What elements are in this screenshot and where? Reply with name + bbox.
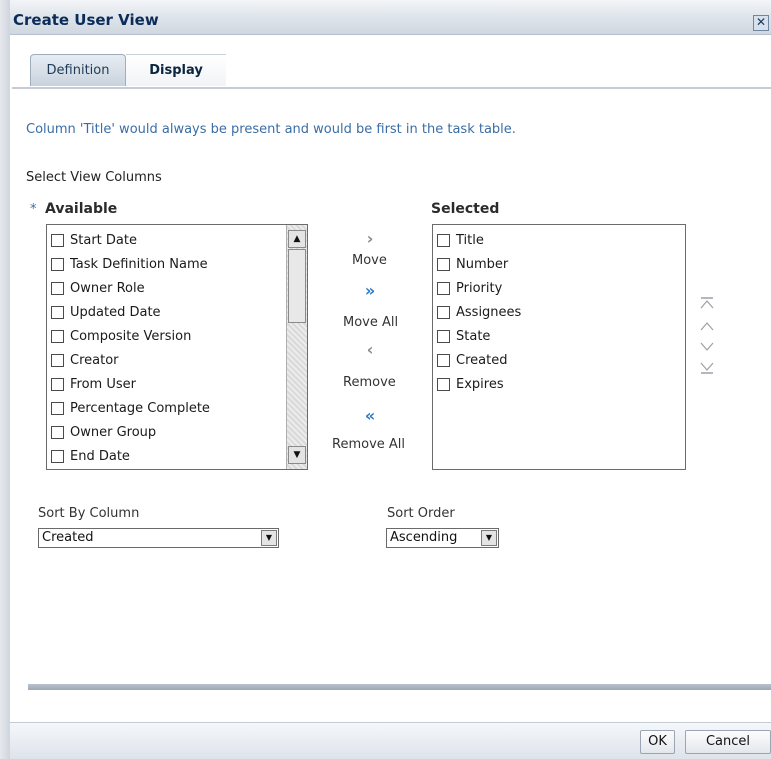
dialog-left-border — [0, 0, 10, 759]
move-button[interactable]: Move — [352, 253, 387, 268]
checkbox[interactable] — [437, 257, 450, 271]
list-item-label: Owner Role — [70, 280, 145, 296]
list-item-label: State — [456, 328, 491, 344]
tab-definition[interactable]: Definition — [30, 54, 126, 86]
required-indicator: * — [30, 202, 37, 217]
scroll-thumb[interactable] — [288, 249, 306, 323]
list-item[interactable]: From User — [51, 372, 210, 396]
info-message: Column 'Title' would always be present a… — [26, 122, 516, 137]
move-icon[interactable]: › — [360, 231, 380, 247]
move-all-icon[interactable]: » — [360, 283, 380, 299]
list-item-label: Start Date — [70, 232, 137, 248]
scroll-down-icon[interactable]: ▼ — [288, 446, 306, 464]
available-list[interactable]: Start Date Task Definition Name Owner Ro… — [46, 224, 308, 470]
move-to-top-icon[interactable] — [700, 297, 714, 309]
list-item[interactable]: Percentage Complete — [51, 396, 210, 420]
close-icon[interactable]: ✕ — [753, 15, 769, 31]
dialog-titlebar: Create User View ✕ — [10, 0, 771, 35]
checkbox[interactable] — [51, 425, 64, 439]
footer-separator — [28, 684, 771, 690]
checkbox[interactable] — [51, 377, 64, 391]
tab-definition-label: Definition — [46, 63, 110, 78]
list-item-label: Creator — [70, 352, 119, 368]
list-item[interactable]: Expires — [437, 372, 521, 396]
dialog-title: Create User View — [13, 11, 159, 29]
remove-button[interactable]: Remove — [343, 375, 396, 390]
sort-order-label: Sort Order — [387, 506, 455, 521]
cancel-button[interactable]: Cancel — [685, 730, 771, 754]
remove-all-button[interactable]: Remove All — [332, 437, 405, 452]
create-user-view-dialog: Create User View ✕ Definition Display Co… — [0, 0, 771, 759]
move-all-button[interactable]: Move All — [343, 315, 398, 330]
list-item[interactable]: State — [437, 324, 521, 348]
checkbox[interactable] — [437, 233, 450, 247]
checkbox[interactable] — [51, 257, 64, 271]
select-view-columns-label: Select View Columns — [26, 170, 162, 185]
list-item-label: Composite Version — [70, 328, 192, 344]
list-item-label: Created — [456, 352, 508, 368]
checkbox[interactable] — [437, 281, 450, 295]
list-item-label: Number — [456, 256, 509, 272]
checkbox[interactable] — [437, 353, 450, 367]
list-item-label: End Date — [70, 448, 130, 464]
list-item[interactable]: Title — [437, 228, 521, 252]
selected-list[interactable]: Title Number Priority Assignees State Cr… — [432, 224, 686, 470]
remove-all-icon[interactable]: « — [360, 408, 380, 424]
tab-display[interactable]: Display — [126, 54, 226, 86]
list-item-label: Owner Group — [70, 424, 157, 440]
list-item[interactable]: Start Date — [51, 228, 210, 252]
sort-order-select[interactable]: Ascending ▼ — [386, 528, 499, 548]
checkbox[interactable] — [437, 377, 450, 391]
available-scrollbar[interactable]: ▲ ▼ — [286, 225, 307, 469]
checkbox[interactable] — [51, 233, 64, 247]
list-item[interactable]: Created — [437, 348, 521, 372]
list-item[interactable]: Owner Group — [51, 420, 210, 444]
checkbox[interactable] — [51, 305, 64, 319]
checkbox[interactable] — [51, 401, 64, 415]
list-item[interactable]: Priority — [437, 276, 521, 300]
move-up-icon[interactable] — [700, 320, 714, 332]
tab-display-label: Display — [149, 63, 203, 78]
sort-by-column-value: Created — [42, 530, 94, 545]
checkbox[interactable] — [51, 449, 64, 463]
list-item[interactable]: Number — [437, 252, 521, 276]
remove-icon[interactable]: ‹ — [360, 342, 380, 358]
list-item-label: Percentage Complete — [70, 400, 210, 416]
scroll-up-icon[interactable]: ▲ — [288, 230, 306, 248]
list-item[interactable]: Assignees — [437, 300, 521, 324]
sort-by-column-label: Sort By Column — [38, 506, 140, 521]
checkbox[interactable] — [51, 329, 64, 343]
list-item-label: From User — [70, 376, 136, 392]
checkbox[interactable] — [51, 281, 64, 295]
list-item[interactable]: Owner Role — [51, 276, 210, 300]
list-item[interactable]: Creator — [51, 348, 210, 372]
list-item-label: Title — [456, 232, 484, 248]
ok-button[interactable]: OK — [640, 730, 675, 754]
list-item-label: Priority — [456, 280, 503, 296]
move-to-bottom-icon[interactable] — [700, 362, 714, 374]
tab-underline — [12, 87, 771, 89]
sort-by-column-select[interactable]: Created ▼ — [38, 528, 279, 548]
sort-order-value: Ascending — [390, 530, 458, 545]
list-item[interactable]: Task Definition Name — [51, 252, 210, 276]
available-label: Available — [45, 201, 118, 217]
checkbox[interactable] — [437, 305, 450, 319]
list-item[interactable]: Updated Date — [51, 300, 210, 324]
list-item[interactable]: Composite Version — [51, 324, 210, 348]
chevron-down-icon[interactable]: ▼ — [261, 530, 277, 546]
list-item-label: Updated Date — [70, 304, 161, 320]
list-item[interactable]: End Date — [51, 444, 210, 468]
checkbox[interactable] — [51, 353, 64, 367]
selected-label: Selected — [431, 201, 500, 217]
list-item-label: Expires — [456, 376, 504, 392]
checkbox[interactable] — [437, 329, 450, 343]
list-item-label: Assignees — [456, 304, 522, 320]
move-down-icon[interactable] — [700, 341, 714, 353]
tab-strip: Definition Display — [10, 54, 771, 98]
chevron-down-icon[interactable]: ▼ — [481, 530, 497, 546]
list-item-label: Task Definition Name — [70, 256, 208, 272]
